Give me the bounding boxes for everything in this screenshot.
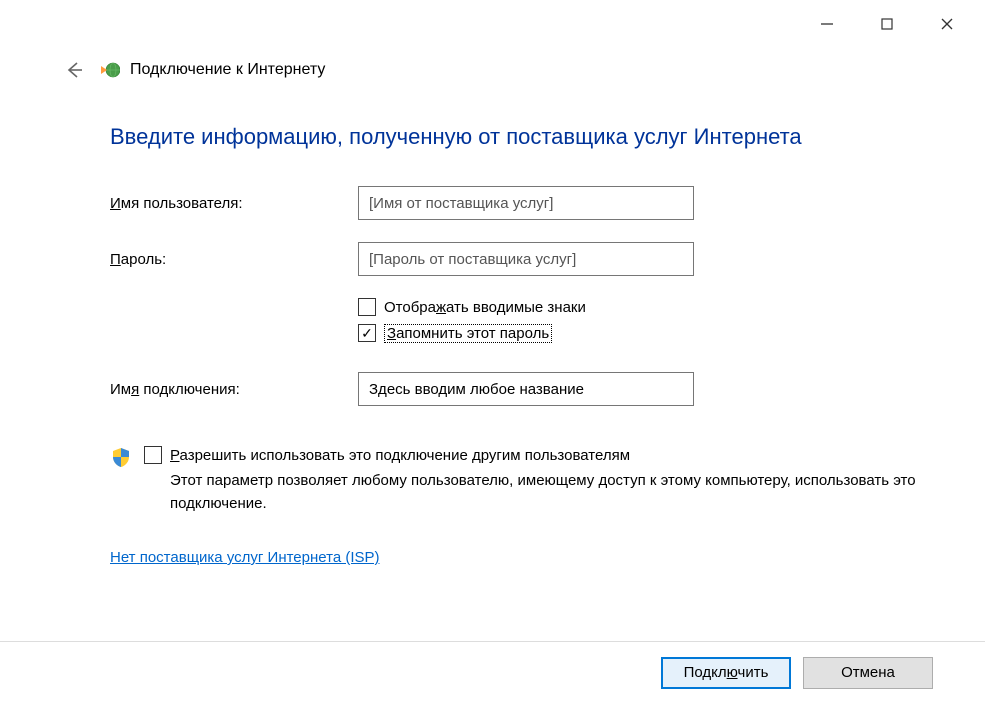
- username-label: Имя пользователя:: [110, 195, 358, 212]
- uac-shield-icon: [110, 446, 132, 468]
- close-button[interactable]: [917, 4, 977, 44]
- remember-password-label: Запомнить этот пароль: [384, 325, 552, 342]
- page-heading: Введите информацию, полученную от постав…: [110, 124, 925, 150]
- maximize-button[interactable]: [857, 4, 917, 44]
- allow-share-checkbox[interactable]: [144, 446, 162, 464]
- password-input[interactable]: [358, 242, 694, 276]
- show-chars-label: Отображать вводимые знаки: [384, 299, 586, 316]
- window-titlebar: [0, 0, 985, 48]
- allow-share-description: Этот параметр позволяет любому пользоват…: [170, 470, 925, 515]
- window-title: Подключение к Интернету: [130, 61, 325, 79]
- password-label: Пароль:: [110, 251, 358, 268]
- show-chars-checkbox[interactable]: [358, 298, 376, 316]
- back-button[interactable]: [60, 56, 88, 84]
- username-input[interactable]: [358, 186, 694, 220]
- password-row: Пароль:: [110, 242, 925, 276]
- cancel-button[interactable]: Отмена: [803, 657, 933, 689]
- share-section: Разрешить использовать это подключение д…: [110, 446, 925, 515]
- no-isp-link[interactable]: Нет поставщика услуг Интернета (ISP): [110, 549, 380, 566]
- minimize-button[interactable]: [797, 4, 857, 44]
- remember-password-row: Запомнить этот пароль: [358, 324, 925, 342]
- dialog-footer: Подключить Отмена: [0, 641, 985, 703]
- allow-share-label: Разрешить использовать это подключение д…: [170, 447, 630, 464]
- connection-name-row: Имя подключения:: [110, 372, 925, 406]
- dialog-header: Подключение к Интернету: [0, 48, 985, 84]
- remember-password-checkbox[interactable]: [358, 324, 376, 342]
- connection-name-label: Имя подключения:: [110, 381, 358, 398]
- internet-globe-icon: [100, 60, 120, 80]
- username-row: Имя пользователя:: [110, 186, 925, 220]
- dialog-content: Введите информацию, полученную от постав…: [0, 84, 985, 566]
- connect-button[interactable]: Подключить: [661, 657, 791, 689]
- connection-name-input[interactable]: [358, 372, 694, 406]
- show-chars-row: Отображать вводимые знаки: [358, 298, 925, 316]
